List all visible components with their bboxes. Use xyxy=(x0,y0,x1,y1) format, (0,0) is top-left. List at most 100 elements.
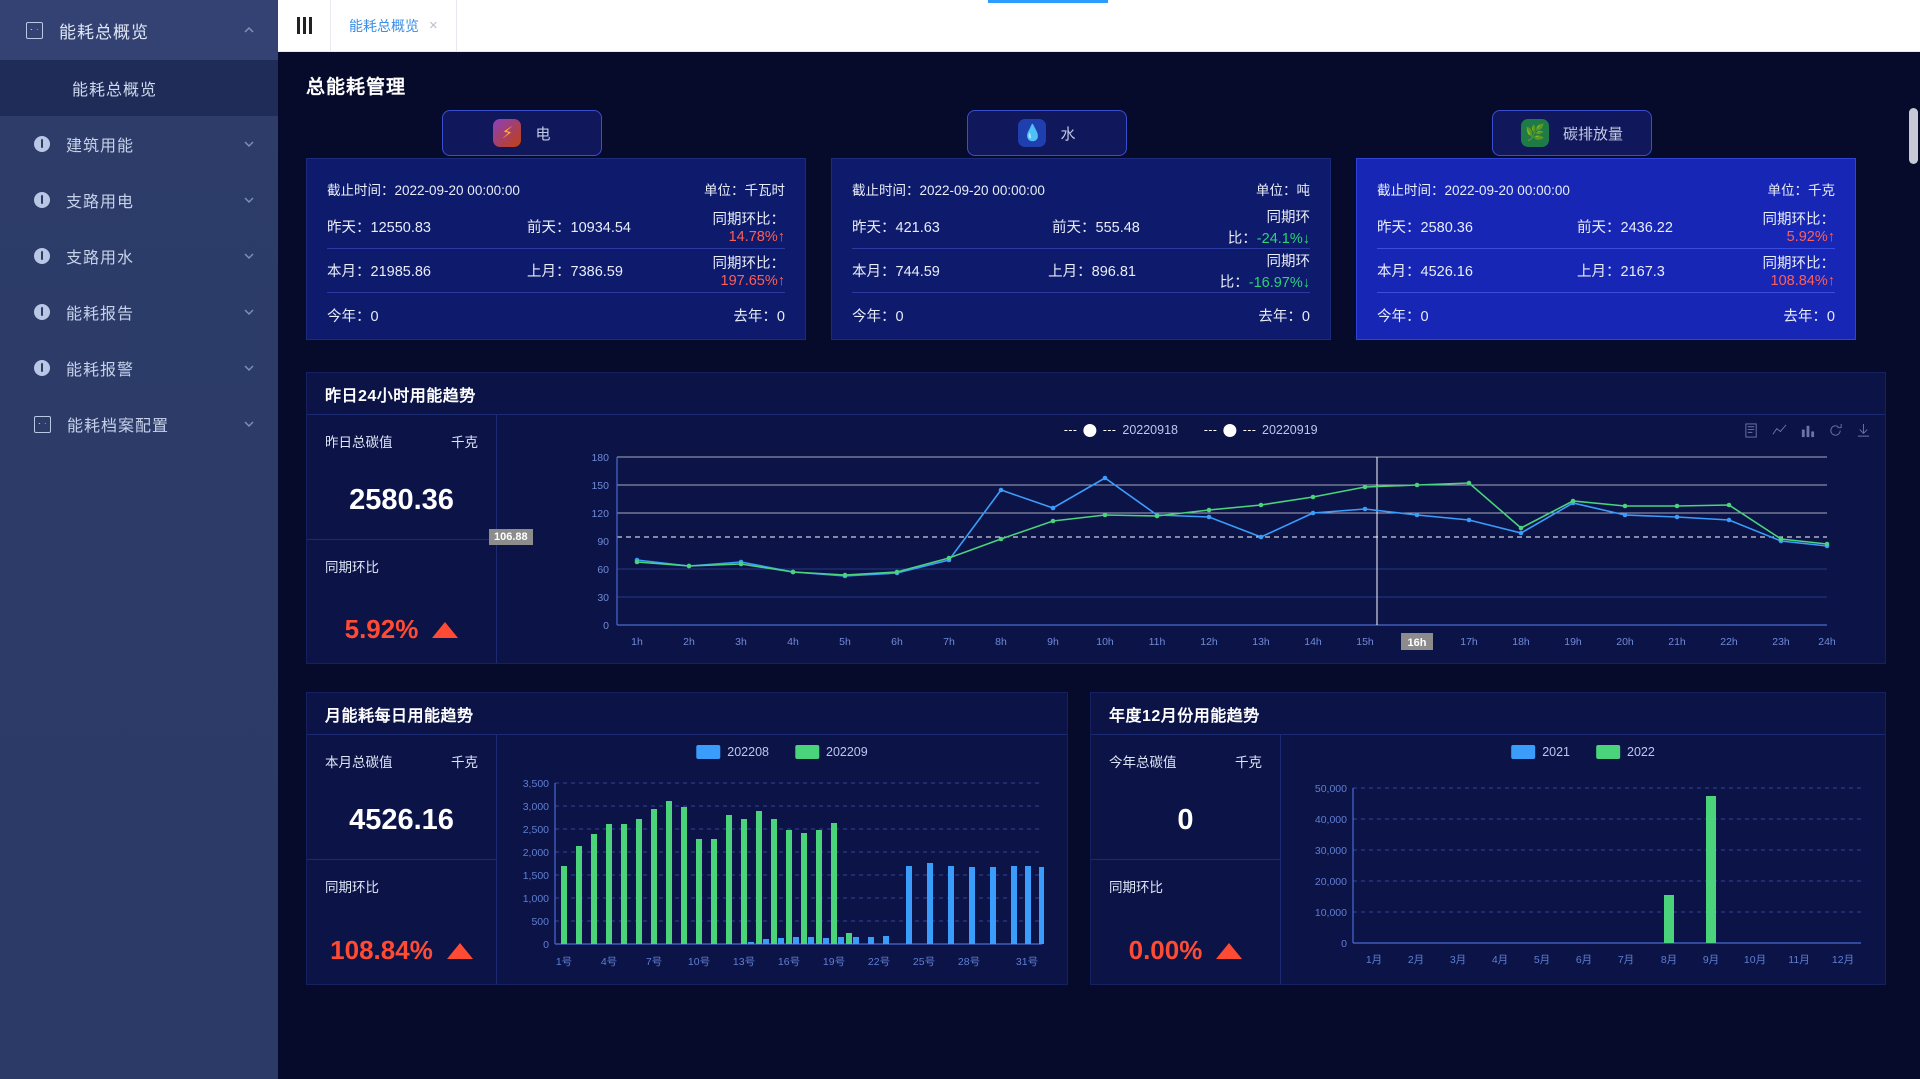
day-before-value: 2436.22 xyxy=(1621,220,1673,236)
svg-text:30,000: 30,000 xyxy=(1315,845,1347,857)
hourly-legend[interactable]: 20220918 20220919 xyxy=(1064,423,1317,437)
tab-overview[interactable]: 能耗总概览 × xyxy=(330,0,457,51)
svg-text:4h: 4h xyxy=(787,636,799,648)
svg-text:4月: 4月 xyxy=(1492,954,1508,966)
svg-text:120: 120 xyxy=(591,508,609,520)
card-row-month: 本月：21985.86 上月：7386.59 同期环比：197.65%↑ xyxy=(327,249,785,293)
yearly-chart[interactable]: 2021 2022 xyxy=(1281,735,1885,984)
chevron-down-icon[interactable] xyxy=(242,305,256,319)
deadline-value: 2022-09-20 00:00:00 xyxy=(920,183,1045,198)
last-month-label: 上月： xyxy=(527,264,571,280)
svg-text:10h: 10h xyxy=(1096,636,1114,648)
deadline-value: 2022-09-20 00:00:00 xyxy=(395,183,520,198)
sidebar-item-branch-electricity[interactable]: 支路用电 xyxy=(0,172,278,228)
svg-text:31号: 31号 xyxy=(1016,956,1038,968)
sidebar-item-branch-water[interactable]: 支路用水 xyxy=(0,228,278,284)
ratio-value: 197.65%↑ xyxy=(721,273,786,289)
sidebar-item-label: 建筑用能 xyxy=(66,132,242,156)
scrollbar[interactable] xyxy=(1909,108,1918,164)
unit-label: 单位： xyxy=(1256,183,1297,198)
svg-text:40,000: 40,000 xyxy=(1315,814,1347,826)
this-year-value: 0 xyxy=(371,309,379,325)
triangle-up-icon xyxy=(447,943,473,959)
card-row-day: 昨天：2580.36 前天：2436.22 同期环比：5.92%↑ xyxy=(1377,205,1835,249)
svg-text:2月: 2月 xyxy=(1408,954,1424,966)
legend-item-20220919[interactable]: 20220919 xyxy=(1204,423,1318,437)
yearly-legend[interactable]: 2021 2022 xyxy=(1511,745,1655,759)
sidebar: 能耗总概览 能耗总概览 建筑用能 支路用电 支路用水 能耗报 xyxy=(0,0,278,1079)
data-view-icon[interactable] xyxy=(1744,423,1759,438)
line-chart-icon[interactable] xyxy=(1772,423,1787,438)
svg-text:17h: 17h xyxy=(1460,636,1478,648)
legend-label: 202208 xyxy=(727,745,769,759)
this-year-value: 0 xyxy=(896,309,904,325)
svg-text:10,000: 10,000 xyxy=(1315,907,1347,919)
ratio-label: 同期环比： xyxy=(1763,212,1836,228)
daily-ratio-label: 同期环比 xyxy=(325,876,379,896)
download-icon[interactable] xyxy=(1856,423,1871,438)
chevron-down-icon[interactable] xyxy=(242,417,256,431)
sidebar-subitem-label: 能耗总概览 xyxy=(72,76,157,100)
card-row-day: 昨天：12550.83 前天：10934.54 同期环比：14.78%↑ xyxy=(327,205,785,249)
sidebar-item-overview[interactable]: 能耗总概览 xyxy=(0,0,278,60)
svg-text:18h: 18h xyxy=(1512,636,1530,648)
restore-icon[interactable] xyxy=(1828,423,1843,438)
info-circle-icon xyxy=(34,248,50,264)
card-carbon[interactable]: 截止时间：2022-09-20 00:00:00 单位：千克 昨天：2580.3… xyxy=(1356,158,1856,340)
card-water[interactable]: 截止时间：2022-09-20 00:00:00 单位：吨 昨天：421.63 … xyxy=(831,158,1331,340)
this-month-value: 4526.16 xyxy=(1421,264,1473,280)
svg-text:0: 0 xyxy=(603,620,609,632)
svg-text:150: 150 xyxy=(591,480,609,492)
legend-item-20220918[interactable]: 20220918 xyxy=(1064,423,1178,437)
sidebar-item-archive-config[interactable]: 能耗档案配置 xyxy=(0,396,278,452)
chevron-up-icon[interactable] xyxy=(242,23,256,37)
daily-legend[interactable]: 202208 202209 xyxy=(696,745,867,759)
this-month-label: 本月： xyxy=(1377,264,1421,280)
sidebar-item-building-energy[interactable]: 建筑用能 xyxy=(0,116,278,172)
ratio-label: 同期环比： xyxy=(713,256,786,272)
bar-chart-icon[interactable] xyxy=(1800,423,1815,438)
card-tab-water[interactable]: 💧 水 xyxy=(967,110,1127,156)
sidebar-subitem-overview[interactable]: 能耗总概览 xyxy=(0,60,278,116)
chevron-down-icon[interactable] xyxy=(242,137,256,151)
legend-item-202209[interactable]: 202209 xyxy=(795,745,868,759)
panel-hourly-trend: 昨日24小时用能趋势 昨日总碳值 千克 2580.36 同期环比 xyxy=(306,372,1886,664)
hourly-chart[interactable]: 20220918 20220919 xyxy=(497,415,1885,663)
svg-text:60: 60 xyxy=(597,564,609,576)
card-tab-label: 电 xyxy=(535,123,550,144)
this-year-label: 今年： xyxy=(852,309,896,325)
legend-item-202208[interactable]: 202208 xyxy=(696,745,769,759)
chevron-down-icon[interactable] xyxy=(242,193,256,207)
sidebar-item-energy-alarm[interactable]: 能耗报警 xyxy=(0,340,278,396)
legend-item-2021[interactable]: 2021 xyxy=(1511,745,1570,759)
card-tab-electricity[interactable]: ⚡ 电 xyxy=(442,110,602,156)
page-title: 总能耗管理 xyxy=(306,72,406,99)
yearly-stat-unit: 千克 xyxy=(1235,751,1262,771)
hourly-ratio-value: 5.92% xyxy=(345,614,419,645)
chart-toolbox[interactable] xyxy=(1744,423,1871,438)
panel-title: 昨日24小时用能趋势 xyxy=(307,373,1885,415)
bolt-icon: ⚡ xyxy=(493,119,521,147)
legend-item-2022[interactable]: 2022 xyxy=(1596,745,1655,759)
chevron-down-icon[interactable] xyxy=(242,361,256,375)
close-icon[interactable]: × xyxy=(429,18,438,33)
card-header-row: 截止时间：2022-09-20 00:00:00 单位：吨 xyxy=(852,173,1310,205)
card-row-year: 今年：0 去年：0 xyxy=(852,293,1310,337)
daily-chart[interactable]: 202208 202209 xyxy=(497,735,1067,984)
this-month-label: 本月： xyxy=(852,264,896,280)
panel-title: 月能耗每日用能趋势 xyxy=(307,693,1067,735)
svg-text:6h: 6h xyxy=(891,636,903,648)
sidebar-submenu: 能耗总概览 xyxy=(0,60,278,116)
ratio-label: 同期环比： xyxy=(713,212,786,228)
chevron-down-icon[interactable] xyxy=(242,249,256,263)
hamburger-icon[interactable] xyxy=(278,0,330,51)
card-electricity[interactable]: 截止时间：2022-09-20 00:00:00 单位：千瓦时 昨天：12550… xyxy=(306,158,806,340)
daily-stat-unit: 千克 xyxy=(451,751,478,771)
yearly-stat-label: 今年总碳值 xyxy=(1109,751,1177,771)
sidebar-item-energy-report[interactable]: 能耗报告 xyxy=(0,284,278,340)
svg-text:16号: 16号 xyxy=(778,956,800,968)
yearly-total-box: 今年总碳值 千克 0 xyxy=(1091,735,1280,859)
svg-text:0: 0 xyxy=(543,939,549,951)
card-tab-carbon[interactable]: 🌿 碳排放量 xyxy=(1492,110,1652,156)
svg-text:7h: 7h xyxy=(943,636,955,648)
